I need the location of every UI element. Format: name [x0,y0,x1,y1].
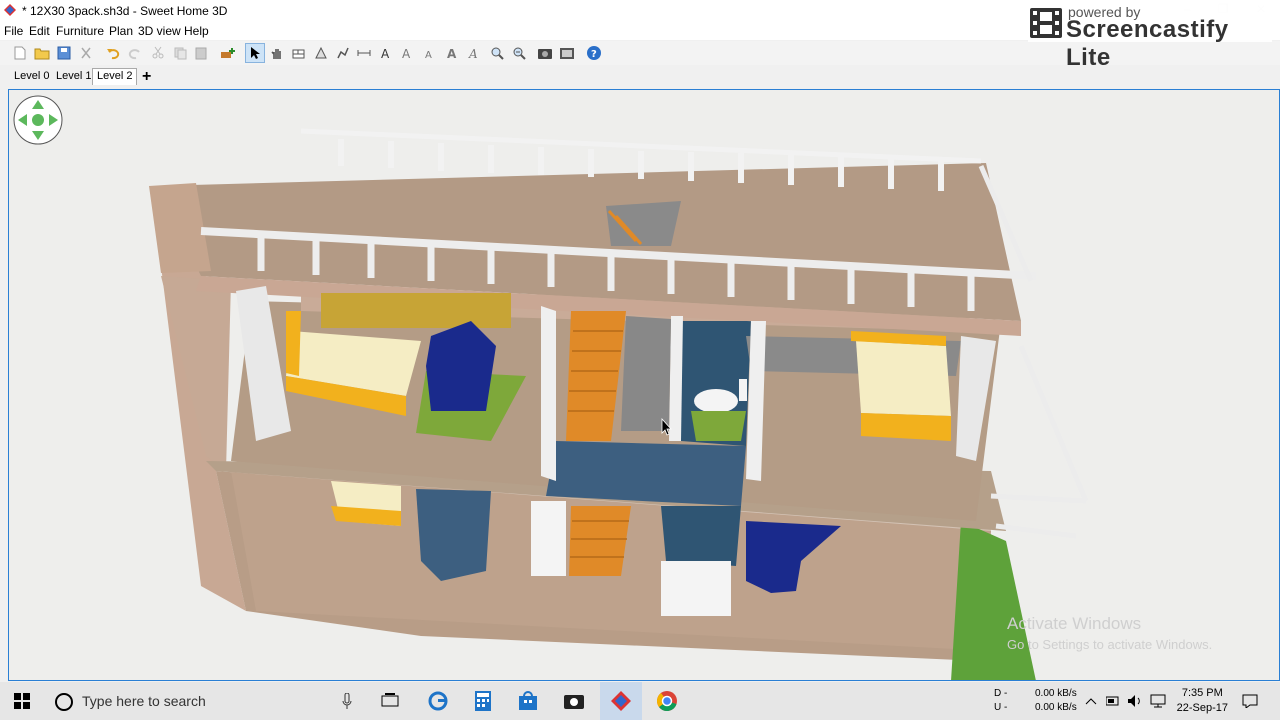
house-3d-render[interactable] [9,90,1279,680]
chevron-up-icon[interactable] [1082,682,1100,720]
select-icon[interactable] [245,43,265,63]
3d-view[interactable]: Activate Windows Go to Settings to activ… [8,89,1280,681]
create-walls-icon[interactable] [290,44,308,62]
undo-icon[interactable] [104,44,122,62]
pan-icon[interactable] [268,44,286,62]
stairs-lower [569,506,631,576]
create-video-icon[interactable] [558,44,576,62]
decrease-text-icon[interactable]: A [421,44,439,62]
new-home-icon[interactable] [11,44,29,62]
activate-windows-watermark: Activate Windows Go to Settings to activ… [1007,614,1212,652]
create-dimensions-icon[interactable] [355,44,373,62]
net-upload-value: 0.00 kB/s [1035,702,1077,713]
add-text-icon[interactable]: A [377,44,395,62]
bold-text-icon[interactable]: A [443,44,461,62]
camera-app-icon[interactable] [554,682,594,720]
tab-level-1[interactable]: Level 1 [54,70,93,82]
notification-center-icon[interactable] [1236,682,1264,720]
open-icon[interactable] [33,44,51,62]
sweet-home-3d-icon [4,4,16,16]
sink [661,561,731,616]
film-strip-icon [1030,8,1062,38]
watermark-brand-text: Screencastify Lite [1066,16,1229,71]
calculator-icon[interactable] [463,682,503,720]
italic-text-icon[interactable]: A [465,44,483,62]
sweet-home-3d-taskbar-icon[interactable] [600,682,642,720]
clock-date: 22-Sep-17 [1176,702,1228,714]
net-download-value: 0.00 kB/s [1035,688,1077,699]
system-clock[interactable]: 7:35 PM 22-Sep-17 [1177,686,1228,716]
tab-level-0[interactable]: Level 0 [12,70,51,82]
navigation-arrows-icon[interactable] [13,94,63,146]
zoom-out-icon[interactable] [510,44,528,62]
svg-text:A: A [381,47,390,60]
svg-text:A: A [425,50,432,60]
volume-icon[interactable] [1126,682,1144,720]
add-level-button[interactable]: + [142,68,151,86]
help-icon[interactable]: ? [585,44,603,62]
copy-icon[interactable] [171,44,189,62]
network-icon[interactable] [1148,682,1168,720]
task-view-icon[interactable] [370,682,410,720]
zoom-in-icon[interactable] [488,44,506,62]
menu-3d-view[interactable]: 3D view [138,24,181,38]
search-input[interactable]: Type here to search [82,693,206,709]
bed-right [856,341,951,416]
start-button[interactable] [0,682,44,720]
microphone-icon[interactable] [342,693,352,709]
redo-icon[interactable] [126,44,144,62]
windows-logo-icon [14,693,30,709]
cut-icon[interactable] [77,44,95,62]
windows-taskbar: Type here to search D - U - 0.00 kB/s 0.… [0,682,1280,720]
activate-windows-title: Activate Windows [1007,614,1142,633]
svg-text:A: A [468,47,478,60]
net-upload-label: U - [994,702,1008,713]
cut-scissors-icon[interactable] [149,44,167,62]
search-circle-icon [55,693,73,711]
paste-icon[interactable] [192,44,210,62]
store-icon[interactable] [508,682,548,720]
wardrobe [321,293,511,328]
menu-file[interactable]: File [4,24,23,38]
activate-windows-subtitle: Go to Settings to activate Windows. [1007,637,1213,652]
menu-help[interactable]: Help [184,24,209,38]
create-rooms-icon[interactable] [312,44,330,62]
screencastify-watermark: powered by Screencastify Lite [1028,2,1272,71]
clock-time: 7:35 PM [1181,687,1223,699]
edge-browser-icon[interactable] [418,682,458,720]
save-icon[interactable] [55,44,73,62]
svg-text:A: A [447,47,457,60]
svg-text:?: ? [591,49,597,60]
chrome-browser-icon[interactable] [646,682,688,720]
create-polylines-icon[interactable] [334,44,352,62]
tab-level-2[interactable]: Level 2 [92,68,138,85]
net-download-label: D - [994,688,1008,699]
increase-text-icon[interactable]: A [399,44,417,62]
menu-furniture[interactable]: Furniture [56,24,104,38]
lawn [951,521,1036,680]
menu-edit[interactable]: Edit [29,24,50,38]
battery-icon[interactable] [1104,682,1122,720]
bathroom-floor [546,441,746,506]
menu-plan[interactable]: Plan [109,24,133,38]
toilet [694,389,738,413]
svg-text:A: A [402,47,411,60]
create-photo-icon[interactable] [536,44,554,62]
add-furniture-icon[interactable] [219,44,237,62]
window-title: * 12X30 3pack.sh3d - Sweet Home 3D [22,4,228,18]
fridge [531,501,566,576]
